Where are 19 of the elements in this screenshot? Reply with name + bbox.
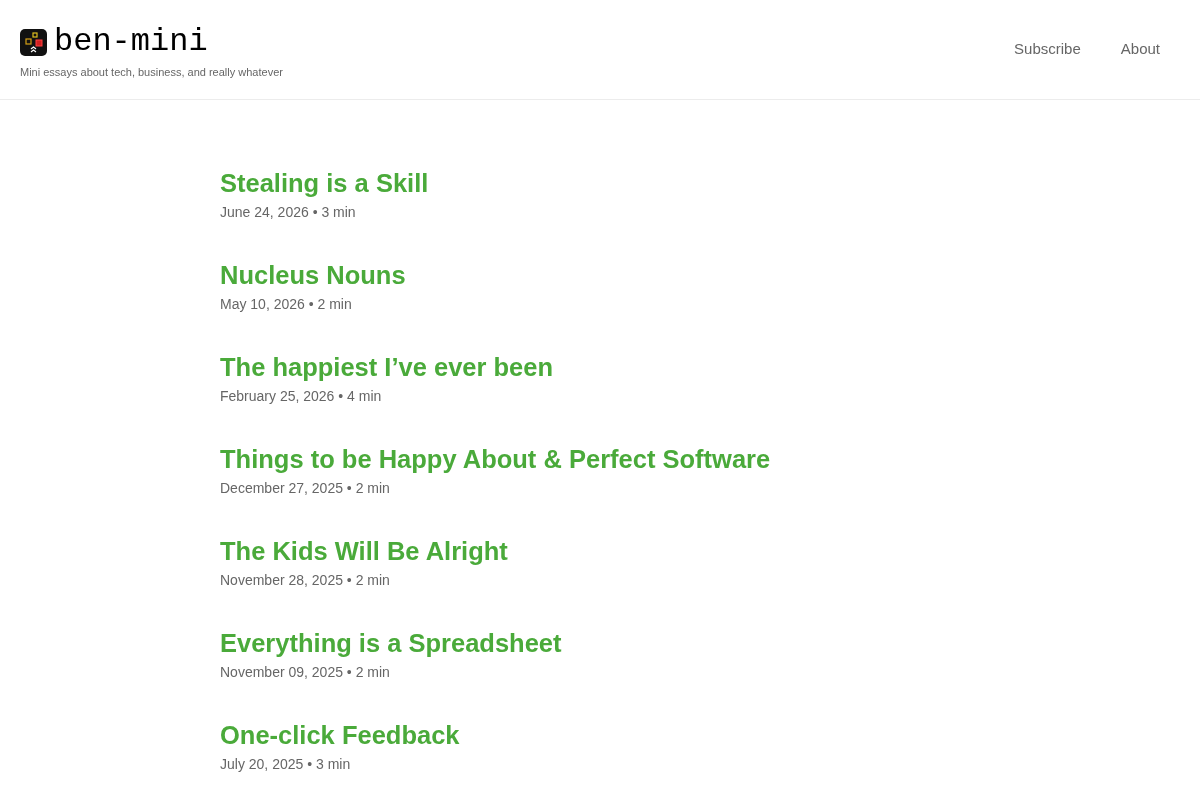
post-title-link[interactable]: Stealing is a Skill [220, 166, 429, 200]
post-meta: November 09, 2025 • 2 min [220, 663, 390, 682]
site-tagline: Mini essays about tech, business, and really whatever [20, 65, 283, 79]
logo-icon [20, 28, 47, 56]
nav-link[interactable]: Subscribe [1014, 39, 1081, 59]
post-title-link[interactable]: Everything is a Spreadsheet [220, 626, 562, 660]
post-meta: December 27, 2025 • 2 min [220, 479, 390, 498]
post-meta: February 25, 2026 • 4 min [220, 387, 382, 406]
post-title-link[interactable]: The Kids Will Be Alright [220, 534, 508, 568]
post-meta: July 20, 2025 • 3 min [220, 755, 351, 774]
post-title-link[interactable]: Things to be Happy About & Perfect Software [220, 442, 771, 476]
post-title-link[interactable]: One-click Feedback [220, 718, 460, 752]
post-title-link[interactable]: The happiest I’ve ever been [220, 350, 554, 384]
post-title-link[interactable]: Nucleus Nouns [220, 258, 406, 292]
post-meta: November 28, 2025 • 2 min [220, 571, 390, 590]
nav-link[interactable]: About [1120, 39, 1160, 59]
site-title[interactable]: ben-mini [54, 26, 208, 58]
post-meta: May 10, 2026 • 2 min [220, 295, 352, 314]
post-meta: June 24, 2026 • 3 min [220, 203, 356, 222]
